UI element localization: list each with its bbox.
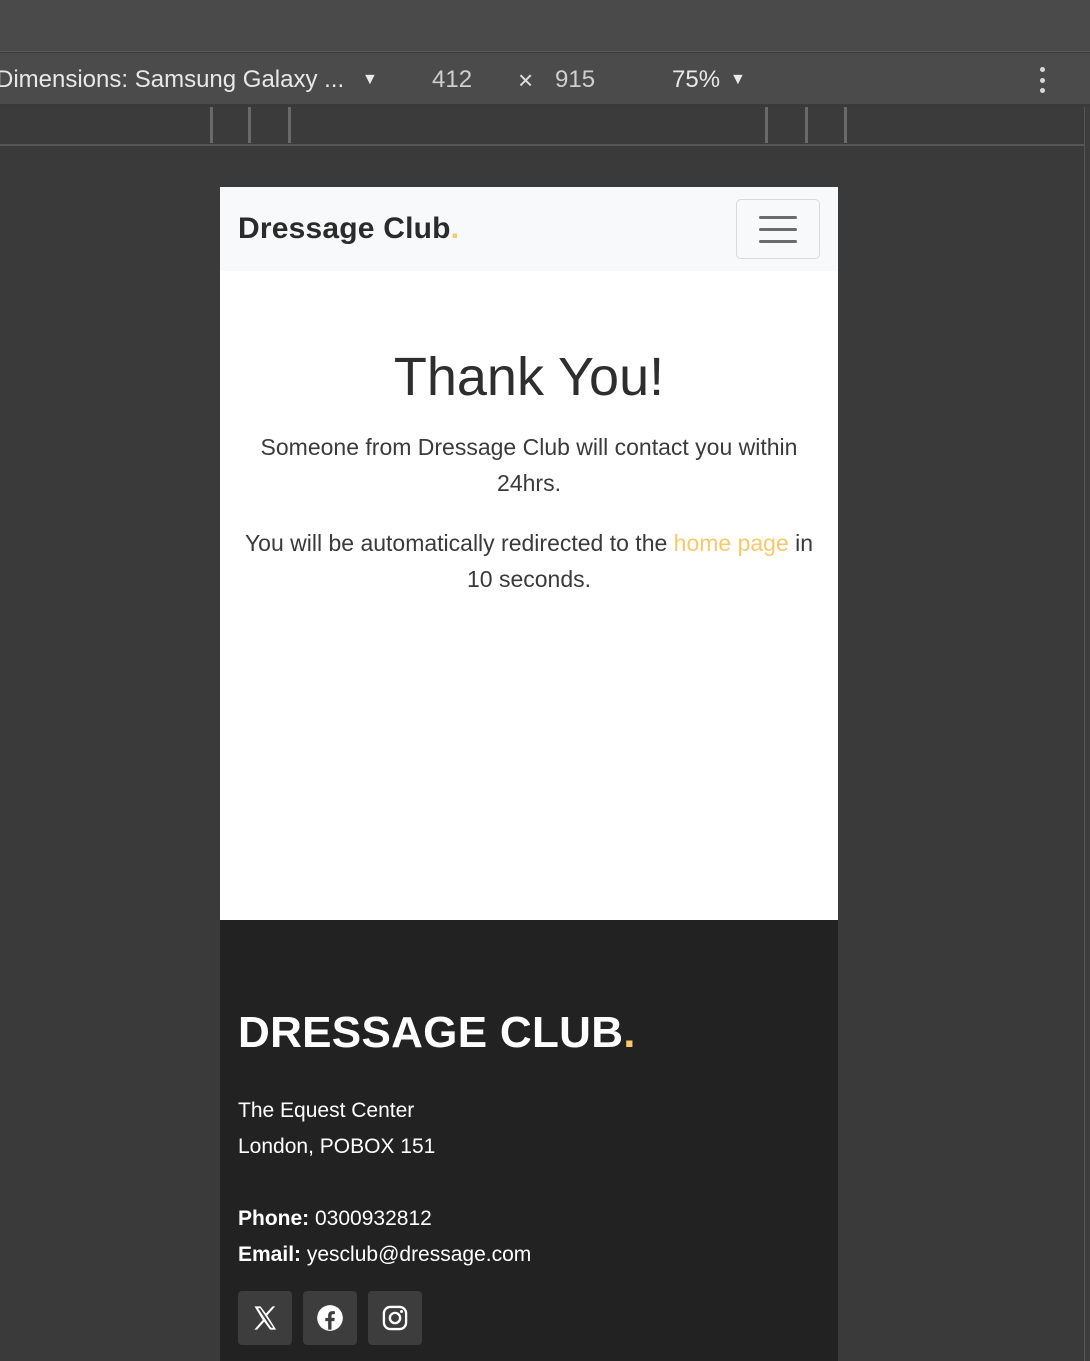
navbar-brand[interactable]: Dressage Club. <box>238 212 459 246</box>
ruler-tick[interactable] <box>765 107 768 143</box>
instagram-icon[interactable] <box>368 1291 422 1345</box>
main-content: Thank You! Someone from Dressage Club wi… <box>220 271 838 597</box>
footer: DRESSAGE CLUB. The Equest Center London,… <box>220 920 838 1361</box>
home-page-link[interactable]: home page <box>674 530 789 556</box>
chevron-down-icon[interactable]: ▼ <box>362 71 378 89</box>
hamburger-icon <box>759 215 797 219</box>
address-line: The Equest Center <box>238 1099 415 1122</box>
ruler-tick[interactable] <box>248 107 251 143</box>
ruler-tick[interactable] <box>210 107 213 143</box>
redirect-message: You will be automatically redirected to … <box>244 530 814 592</box>
viewport-height-input[interactable]: 915 <box>555 66 595 94</box>
address-line: London, POBOX 151 <box>238 1135 436 1158</box>
navbar-toggler-button[interactable] <box>736 199 820 259</box>
media-query-ruler <box>0 107 1090 146</box>
ruler-tick[interactable] <box>288 107 291 143</box>
phone-line: Phone: 0300932812 <box>238 1207 432 1230</box>
email-line: Email: yesclub@dressage.com <box>238 1243 532 1266</box>
navbar: Dressage Club. <box>220 187 838 271</box>
social-links <box>238 1291 422 1345</box>
brand-dot: . <box>623 1008 636 1057</box>
footer-contact: Phone: 0300932812 Email: yesclub@dressag… <box>238 1201 531 1273</box>
x-twitter-icon[interactable] <box>238 1291 292 1345</box>
devtools-device-toolbar: Dimensions: Samsung Galaxy ... ▼ 412 × 9… <box>0 53 1090 106</box>
zoom-dropdown[interactable]: 75% <box>672 66 720 94</box>
device-viewport: Dressage Club. Thank You! Someone from D… <box>220 187 838 1361</box>
footer-brand: DRESSAGE CLUB. <box>238 1008 636 1057</box>
facebook-icon[interactable] <box>303 1291 357 1345</box>
contact-message: Someone from Dressage Club will contact … <box>260 434 798 496</box>
hamburger-icon <box>759 239 797 243</box>
device-dimensions-dropdown[interactable]: Dimensions: Samsung Galaxy ... <box>0 66 344 94</box>
devtools-resize-edge[interactable] <box>1084 107 1090 1361</box>
footer-address: The Equest Center London, POBOX 151 <box>238 1093 435 1165</box>
times-icon: × <box>518 65 534 95</box>
brand-dot: . <box>450 212 460 245</box>
hamburger-icon <box>759 227 797 231</box>
more-options-icon[interactable] <box>1036 67 1048 93</box>
devtools-top-strip <box>0 0 1090 52</box>
page-title: Thank You! <box>393 347 665 407</box>
ruler-tick[interactable] <box>844 107 847 143</box>
ruler-tick[interactable] <box>805 107 808 143</box>
chevron-down-icon[interactable]: ▼ <box>730 71 746 89</box>
viewport-width-input[interactable]: 412 <box>432 66 472 94</box>
